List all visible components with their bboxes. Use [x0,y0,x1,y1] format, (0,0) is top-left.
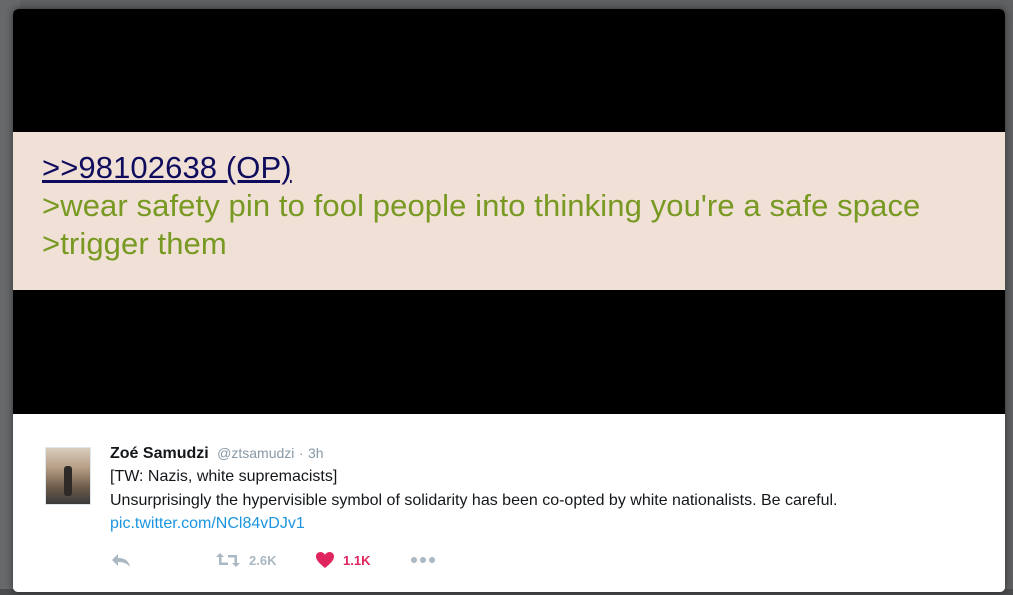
reply-button[interactable] [110,548,132,572]
tweet-actions: 2.6K 1.1K [110,548,510,572]
tweet-timestamp[interactable]: 3h [308,445,324,461]
retweet-count: 2.6K [249,552,277,568]
user-handle[interactable]: @ztsamudzi [217,445,294,461]
user-name[interactable]: Zoé Samudzi [110,445,209,462]
time-separator: · [298,445,304,461]
greentext-line-2: >trigger them [42,226,227,261]
retweet-icon [215,551,241,569]
like-button[interactable]: 1.1K [315,548,370,572]
tweet: Zoé Samudzi @ztsamudzi · 3h [TW: Nazis, … [13,414,1005,592]
avatar[interactable] [45,447,91,505]
more-button[interactable] [410,548,436,572]
tweet-pic-link[interactable]: pic.twitter.com/NCl84vDJv1 [110,515,305,533]
tweet-media[interactable]: >>98102638 (OP) >wear safety pin to fool… [13,9,1005,414]
reply-icon [110,551,132,569]
more-icon [410,556,436,564]
tweet-text-line-1: [TW: Nazis, white supremacists] [110,468,338,485]
greentext-screenshot: >>98102638 (OP) >wear safety pin to fool… [13,132,1005,290]
greentext-line-1: >wear safety pin to fool people into thi… [42,188,921,223]
tweet-header: Zoé Samudzi @ztsamudzi · 3h [110,445,324,463]
like-count: 1.1K [343,552,371,568]
media-modal: >>98102638 (OP) >wear safety pin to fool… [13,9,1005,592]
retweet-button[interactable]: 2.6K [215,548,276,572]
tweet-text-line-2: Unsurprisingly the hypervisible symbol o… [110,492,838,509]
post-reference-link: >>98102638 (OP) [42,150,292,185]
heart-icon [315,551,335,569]
